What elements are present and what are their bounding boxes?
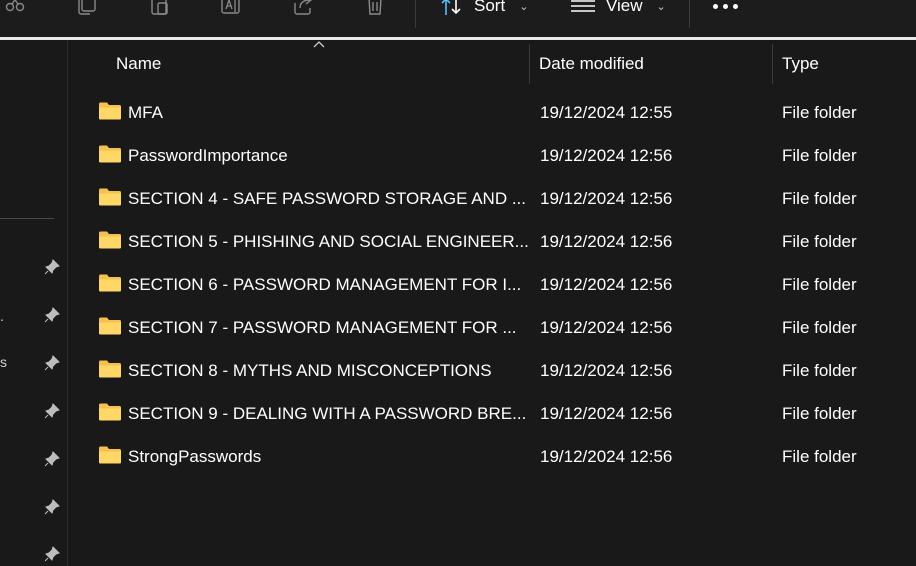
file-date-modified: 19/12/2024 12:56 xyxy=(540,404,673,423)
file-type: File folder xyxy=(782,275,857,294)
file-type: File folder xyxy=(782,404,857,423)
file-name: SECTION 8 - MYTHS AND MISCONCEPTIONS xyxy=(128,361,492,380)
rename-icon[interactable] xyxy=(220,0,242,16)
pin-icon[interactable] xyxy=(44,355,60,371)
paste-icon[interactable] xyxy=(148,0,170,16)
sort-icon xyxy=(441,0,461,15)
file-row[interactable]: SECTION 5 - PHISHING AND SOCIAL ENGINEER… xyxy=(68,220,916,263)
file-row[interactable]: MFA 19/12/2024 12:55 File folder xyxy=(68,91,916,134)
file-date-modified: 19/12/2024 12:56 xyxy=(540,318,673,337)
copy-icon[interactable] xyxy=(76,0,98,16)
share-icon[interactable] xyxy=(292,0,314,16)
file-row[interactable]: SECTION 4 - SAFE PASSWORD STORAGE AND ..… xyxy=(68,177,916,220)
navigation-pane: . s xyxy=(0,40,68,566)
column-header-row: Name Date modified Type xyxy=(68,40,916,88)
folder-icon xyxy=(98,101,122,121)
chevron-down-icon: ⌄ xyxy=(519,0,529,13)
file-type: File folder xyxy=(782,189,857,208)
column-resize-handle[interactable] xyxy=(772,44,773,84)
file-name: PasswordImportance xyxy=(128,146,288,165)
nav-item-label-fragment[interactable]: . xyxy=(0,308,4,324)
file-name: SECTION 7 - PASSWORD MANAGEMENT FOR ... xyxy=(128,318,517,337)
folder-icon xyxy=(98,230,122,250)
command-bar: Sort ⌄ View ⌄ xyxy=(0,0,916,37)
column-resize-handle[interactable] xyxy=(529,44,530,84)
column-header-date-modified[interactable]: Date modified xyxy=(539,54,644,74)
view-button[interactable]: View ⌄ xyxy=(570,0,666,18)
delete-icon[interactable] xyxy=(364,0,386,16)
pin-icon[interactable] xyxy=(44,451,60,467)
file-type: File folder xyxy=(782,232,857,251)
file-type: File folder xyxy=(782,146,857,165)
chevron-down-icon: ⌄ xyxy=(656,0,666,13)
file-date-modified: 19/12/2024 12:56 xyxy=(540,447,673,466)
file-name: SECTION 9 - DEALING WITH A PASSWORD BRE.… xyxy=(128,404,527,423)
pin-icon[interactable] xyxy=(44,546,60,562)
toolbar-separator xyxy=(689,0,690,28)
folder-icon xyxy=(98,359,122,379)
file-name: MFA xyxy=(128,103,163,122)
sort-button[interactable]: Sort ⌄ xyxy=(440,0,528,18)
file-name: StrongPasswords xyxy=(128,447,262,466)
pin-icon[interactable] xyxy=(44,499,60,515)
file-row[interactable]: SECTION 6 - PASSWORD MANAGEMENT FOR I...… xyxy=(68,263,916,306)
file-date-modified: 19/12/2024 12:55 xyxy=(540,103,673,122)
column-header-type[interactable]: Type xyxy=(782,54,819,74)
sort-label: Sort xyxy=(474,0,506,15)
file-name: SECTION 5 - PHISHING AND SOCIAL ENGINEER… xyxy=(128,232,529,251)
folder-icon xyxy=(98,273,122,293)
pin-icon[interactable] xyxy=(44,259,60,275)
file-row[interactable]: StrongPasswords 19/12/2024 12:56 File fo… xyxy=(68,435,916,478)
file-date-modified: 19/12/2024 12:56 xyxy=(540,146,673,165)
pin-icon[interactable] xyxy=(44,403,60,419)
view-icon xyxy=(571,0,595,12)
toolbar-separator xyxy=(415,0,416,28)
folder-icon xyxy=(98,316,122,336)
file-date-modified: 19/12/2024 12:56 xyxy=(540,189,673,208)
cut-icon[interactable] xyxy=(4,0,26,16)
nav-item-label-fragment[interactable]: s xyxy=(0,354,7,370)
sort-ascending-icon xyxy=(313,41,325,48)
file-type: File folder xyxy=(782,103,857,122)
file-name: SECTION 6 - PASSWORD MANAGEMENT FOR I... xyxy=(128,275,522,294)
file-type: File folder xyxy=(782,361,857,380)
file-row[interactable]: SECTION 9 - DEALING WITH A PASSWORD BRE.… xyxy=(68,392,916,435)
file-row[interactable]: SECTION 8 - MYTHS AND MISCONCEPTIONS 19/… xyxy=(68,349,916,392)
pin-icon[interactable] xyxy=(44,307,60,323)
file-name: SECTION 4 - SAFE PASSWORD STORAGE AND ..… xyxy=(128,189,526,208)
file-row[interactable]: SECTION 7 - PASSWORD MANAGEMENT FOR ... … xyxy=(68,306,916,349)
folder-icon xyxy=(98,187,122,207)
file-row[interactable]: PasswordImportance 19/12/2024 12:56 File… xyxy=(68,134,916,177)
folder-icon xyxy=(98,144,122,164)
file-date-modified: 19/12/2024 12:56 xyxy=(540,232,673,251)
file-type: File folder xyxy=(782,447,857,466)
file-date-modified: 19/12/2024 12:56 xyxy=(540,275,673,294)
folder-icon xyxy=(98,402,122,422)
column-header-name[interactable]: Name xyxy=(116,54,161,74)
view-label: View xyxy=(606,0,643,15)
file-date-modified: 19/12/2024 12:56 xyxy=(540,361,673,380)
folder-icon xyxy=(98,445,122,465)
file-type: File folder xyxy=(782,318,857,337)
more-icon[interactable] xyxy=(713,4,738,9)
nav-divider xyxy=(0,218,54,219)
